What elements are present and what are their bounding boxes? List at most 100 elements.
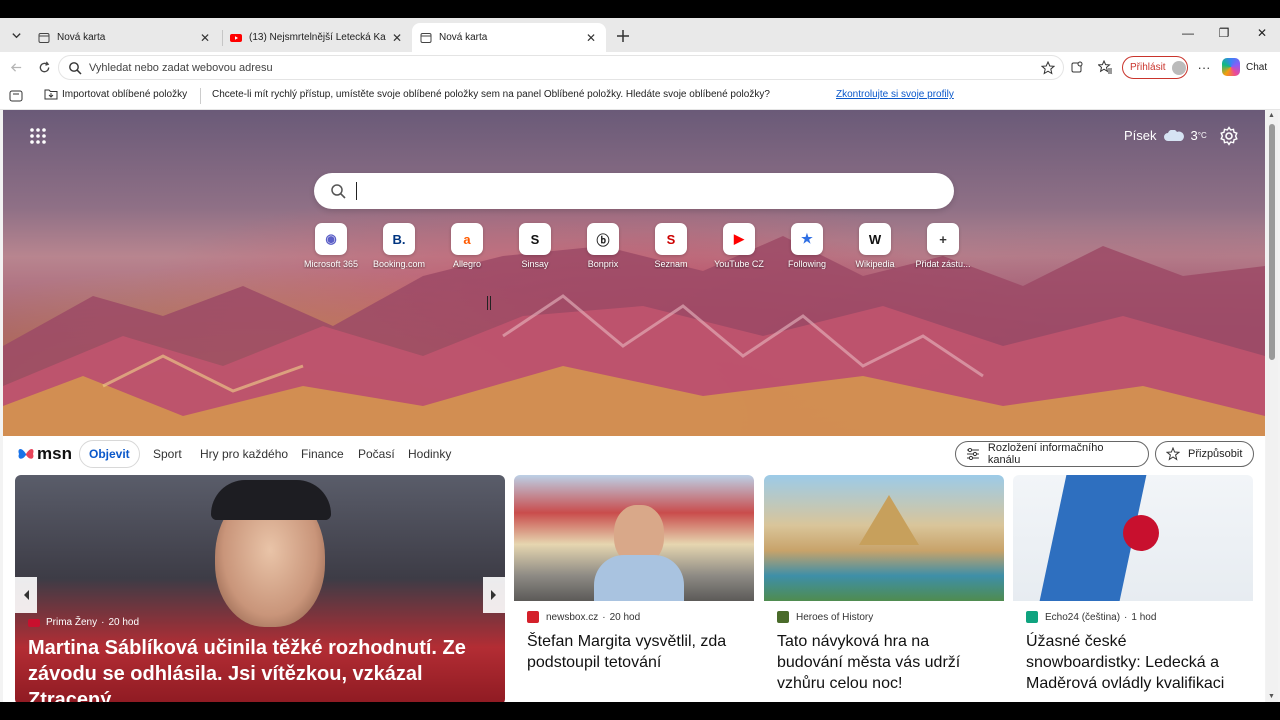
tab-actions-menu[interactable] — [4, 24, 28, 46]
tab-close-button[interactable]: ✕ — [198, 31, 212, 45]
quick-link-label: Sinsay — [521, 259, 549, 269]
browser-window: Nová karta ✕ (13) Nejsmrtelnější Letecká… — [0, 18, 1280, 702]
web-search-box[interactable] — [314, 173, 954, 209]
quick-link-tile[interactable]: a Allegro — [431, 223, 503, 269]
close-window-button[interactable]: ✕ — [1252, 26, 1272, 40]
site-favicon-icon: S — [655, 223, 687, 255]
profile-avatar-icon — [1171, 60, 1186, 75]
quick-link-tile[interactable]: ⓑ Bonprix — [567, 223, 639, 269]
card-title[interactable]: Úžasné české snowboardistky: Ledecká a M… — [1026, 631, 1241, 694]
arrow-left-icon — [10, 62, 21, 72]
customize-label: Přizpůsobit — [1188, 448, 1243, 460]
folder-import-icon — [44, 89, 58, 100]
quick-link-label: Seznam — [654, 259, 688, 269]
quick-link-tile[interactable]: W Wikipedia — [839, 223, 911, 269]
check-profiles-link[interactable]: Zkontrolujte si svoje profily — [836, 89, 954, 100]
source-time: 1 hod — [1131, 611, 1157, 623]
source-name: Echo24 (čeština) — [1045, 611, 1121, 623]
text-cursor-icon — [487, 296, 491, 310]
scroll-up-icon[interactable]: ▲ — [1268, 112, 1275, 119]
chevron-right-icon — [491, 590, 496, 600]
customize-button[interactable]: Přizpůsobit — [1155, 441, 1254, 467]
weather-unit: °C — [1197, 131, 1207, 140]
copilot-chat-button[interactable]: Chat — [1222, 58, 1267, 76]
signin-button[interactable]: Přihlásit — [1122, 56, 1188, 79]
back-button[interactable] — [6, 58, 26, 76]
plus-icon — [617, 30, 629, 42]
tab-label: Nová karta — [439, 32, 488, 43]
athlete-cap — [211, 480, 331, 520]
quick-link-tile[interactable]: S Seznam — [635, 223, 707, 269]
sidebar-toggle-icon[interactable] — [9, 90, 23, 102]
more-options-button[interactable]: ··· — [1195, 59, 1213, 75]
carousel-prev-button[interactable] — [15, 577, 37, 613]
tab-youtube[interactable]: (13) Nejsmrtelnější Letecká Katastrofa ✕ — [222, 23, 412, 52]
tab-finance[interactable]: Finance — [301, 447, 344, 461]
site-favicon-icon: S — [519, 223, 551, 255]
navigation-toolbar: Přihlásit ··· Chat — [0, 52, 1280, 82]
snowboard-photo — [1013, 475, 1253, 601]
extensions-icon — [1071, 61, 1083, 73]
carousel-next-button[interactable] — [483, 577, 505, 613]
tab-strip: Nová karta ✕ (13) Nejsmrtelnější Letecká… — [0, 18, 1280, 52]
vertical-scrollbar[interactable]: ▲ ▼ — [1266, 110, 1278, 702]
site-favicon-icon: ◉ — [315, 223, 347, 255]
featured-title[interactable]: Martina Sáblíková učinila těžké rozhodnu… — [28, 635, 498, 702]
dot-separator: · — [1124, 611, 1128, 623]
quick-link-tile[interactable]: S Sinsay — [499, 223, 571, 269]
newsbox-logo-icon — [527, 611, 539, 623]
chevron-left-icon — [24, 590, 29, 600]
scroll-down-icon[interactable]: ▼ — [1268, 693, 1275, 700]
feed-layout-button[interactable]: Rozložení informačního kanálu — [955, 441, 1149, 467]
address-bar[interactable] — [58, 55, 1064, 80]
tab-label: (13) Nejsmrtelnější Letecká Katastrofa — [249, 32, 386, 43]
tab-close-button[interactable]: ✕ — [584, 31, 598, 45]
address-input[interactable] — [89, 61, 1041, 74]
dot-separator: · — [602, 611, 606, 623]
minimize-button[interactable]: — — [1178, 26, 1198, 40]
tab-hry[interactable]: Hry pro každého — [200, 447, 288, 461]
quick-link-tile[interactable]: + Přidat zástu... — [907, 223, 979, 269]
quick-link-label: Microsoft 365 — [303, 259, 359, 269]
copilot-icon — [1222, 58, 1240, 76]
star-add-favorite-icon[interactable] — [1041, 60, 1055, 75]
favorites-button[interactable] — [1096, 59, 1114, 75]
card-title[interactable]: Tato návyková hra na budování města vás … — [777, 631, 992, 694]
tab-objevit[interactable]: Objevit — [79, 440, 140, 468]
scrollbar-thumb[interactable] — [1269, 124, 1275, 360]
msn-logo[interactable]: msn — [17, 444, 72, 464]
chat-label: Chat — [1246, 61, 1268, 73]
featured-news-card[interactable]: Prima Ženy · 20 hod Martina Sáblíková uč… — [15, 475, 505, 702]
sparkle-star-icon — [1166, 447, 1180, 461]
site-favicon-icon: ⓑ — [587, 223, 619, 255]
pyramid-shape — [859, 495, 919, 545]
restore-button[interactable]: ❐ — [1214, 26, 1234, 40]
athlete-helmet — [1123, 515, 1159, 551]
tab-close-button[interactable]: ✕ — [390, 31, 404, 45]
quick-link-tile[interactable]: ▶ YouTube CZ — [703, 223, 775, 269]
tab-new-tab-1[interactable]: Nová karta ✕ — [30, 23, 220, 52]
tab-sport[interactable]: Sport — [153, 447, 182, 461]
news-card[interactable]: Heroes of History Tato návyková hra na b… — [764, 475, 1004, 702]
weather-temperature: 3 — [1190, 128, 1198, 143]
heroes-logo-icon — [777, 611, 789, 623]
quick-link-tile[interactable]: B. Booking.com — [363, 223, 435, 269]
news-card[interactable]: Echo24 (čeština) · 1 hod Úžasné české sn… — [1013, 475, 1253, 702]
card-title[interactable]: Štefan Margita vysvětlil, zda podstoupil… — [527, 631, 742, 673]
site-favicon-icon: ▶ — [723, 223, 755, 255]
quick-link-tile[interactable]: ★ Following — [771, 223, 843, 269]
msn-logo-text: msn — [37, 444, 72, 463]
quick-link-tile[interactable]: ◉ Microsoft 365 — [295, 223, 367, 269]
weather-widget[interactable]: Písek 3 °C — [1124, 128, 1207, 143]
tab-new-tab-active[interactable]: Nová karta ✕ — [412, 23, 606, 52]
street-photo — [514, 475, 754, 601]
news-card[interactable]: newsbox.cz · 20 hod Štefan Margita vysvě… — [514, 475, 754, 702]
refresh-button[interactable] — [34, 58, 54, 76]
tab-pocasi[interactable]: Počasí — [358, 447, 395, 461]
gear-icon[interactable] — [1219, 126, 1239, 146]
extensions-button[interactable] — [1068, 59, 1086, 75]
tab-hodinky[interactable]: Hodinky — [408, 447, 451, 461]
app-launcher-icon[interactable] — [28, 126, 48, 146]
new-tab-button[interactable] — [612, 25, 634, 47]
import-favorites-button[interactable]: Importovat oblíbené položky — [44, 88, 187, 101]
